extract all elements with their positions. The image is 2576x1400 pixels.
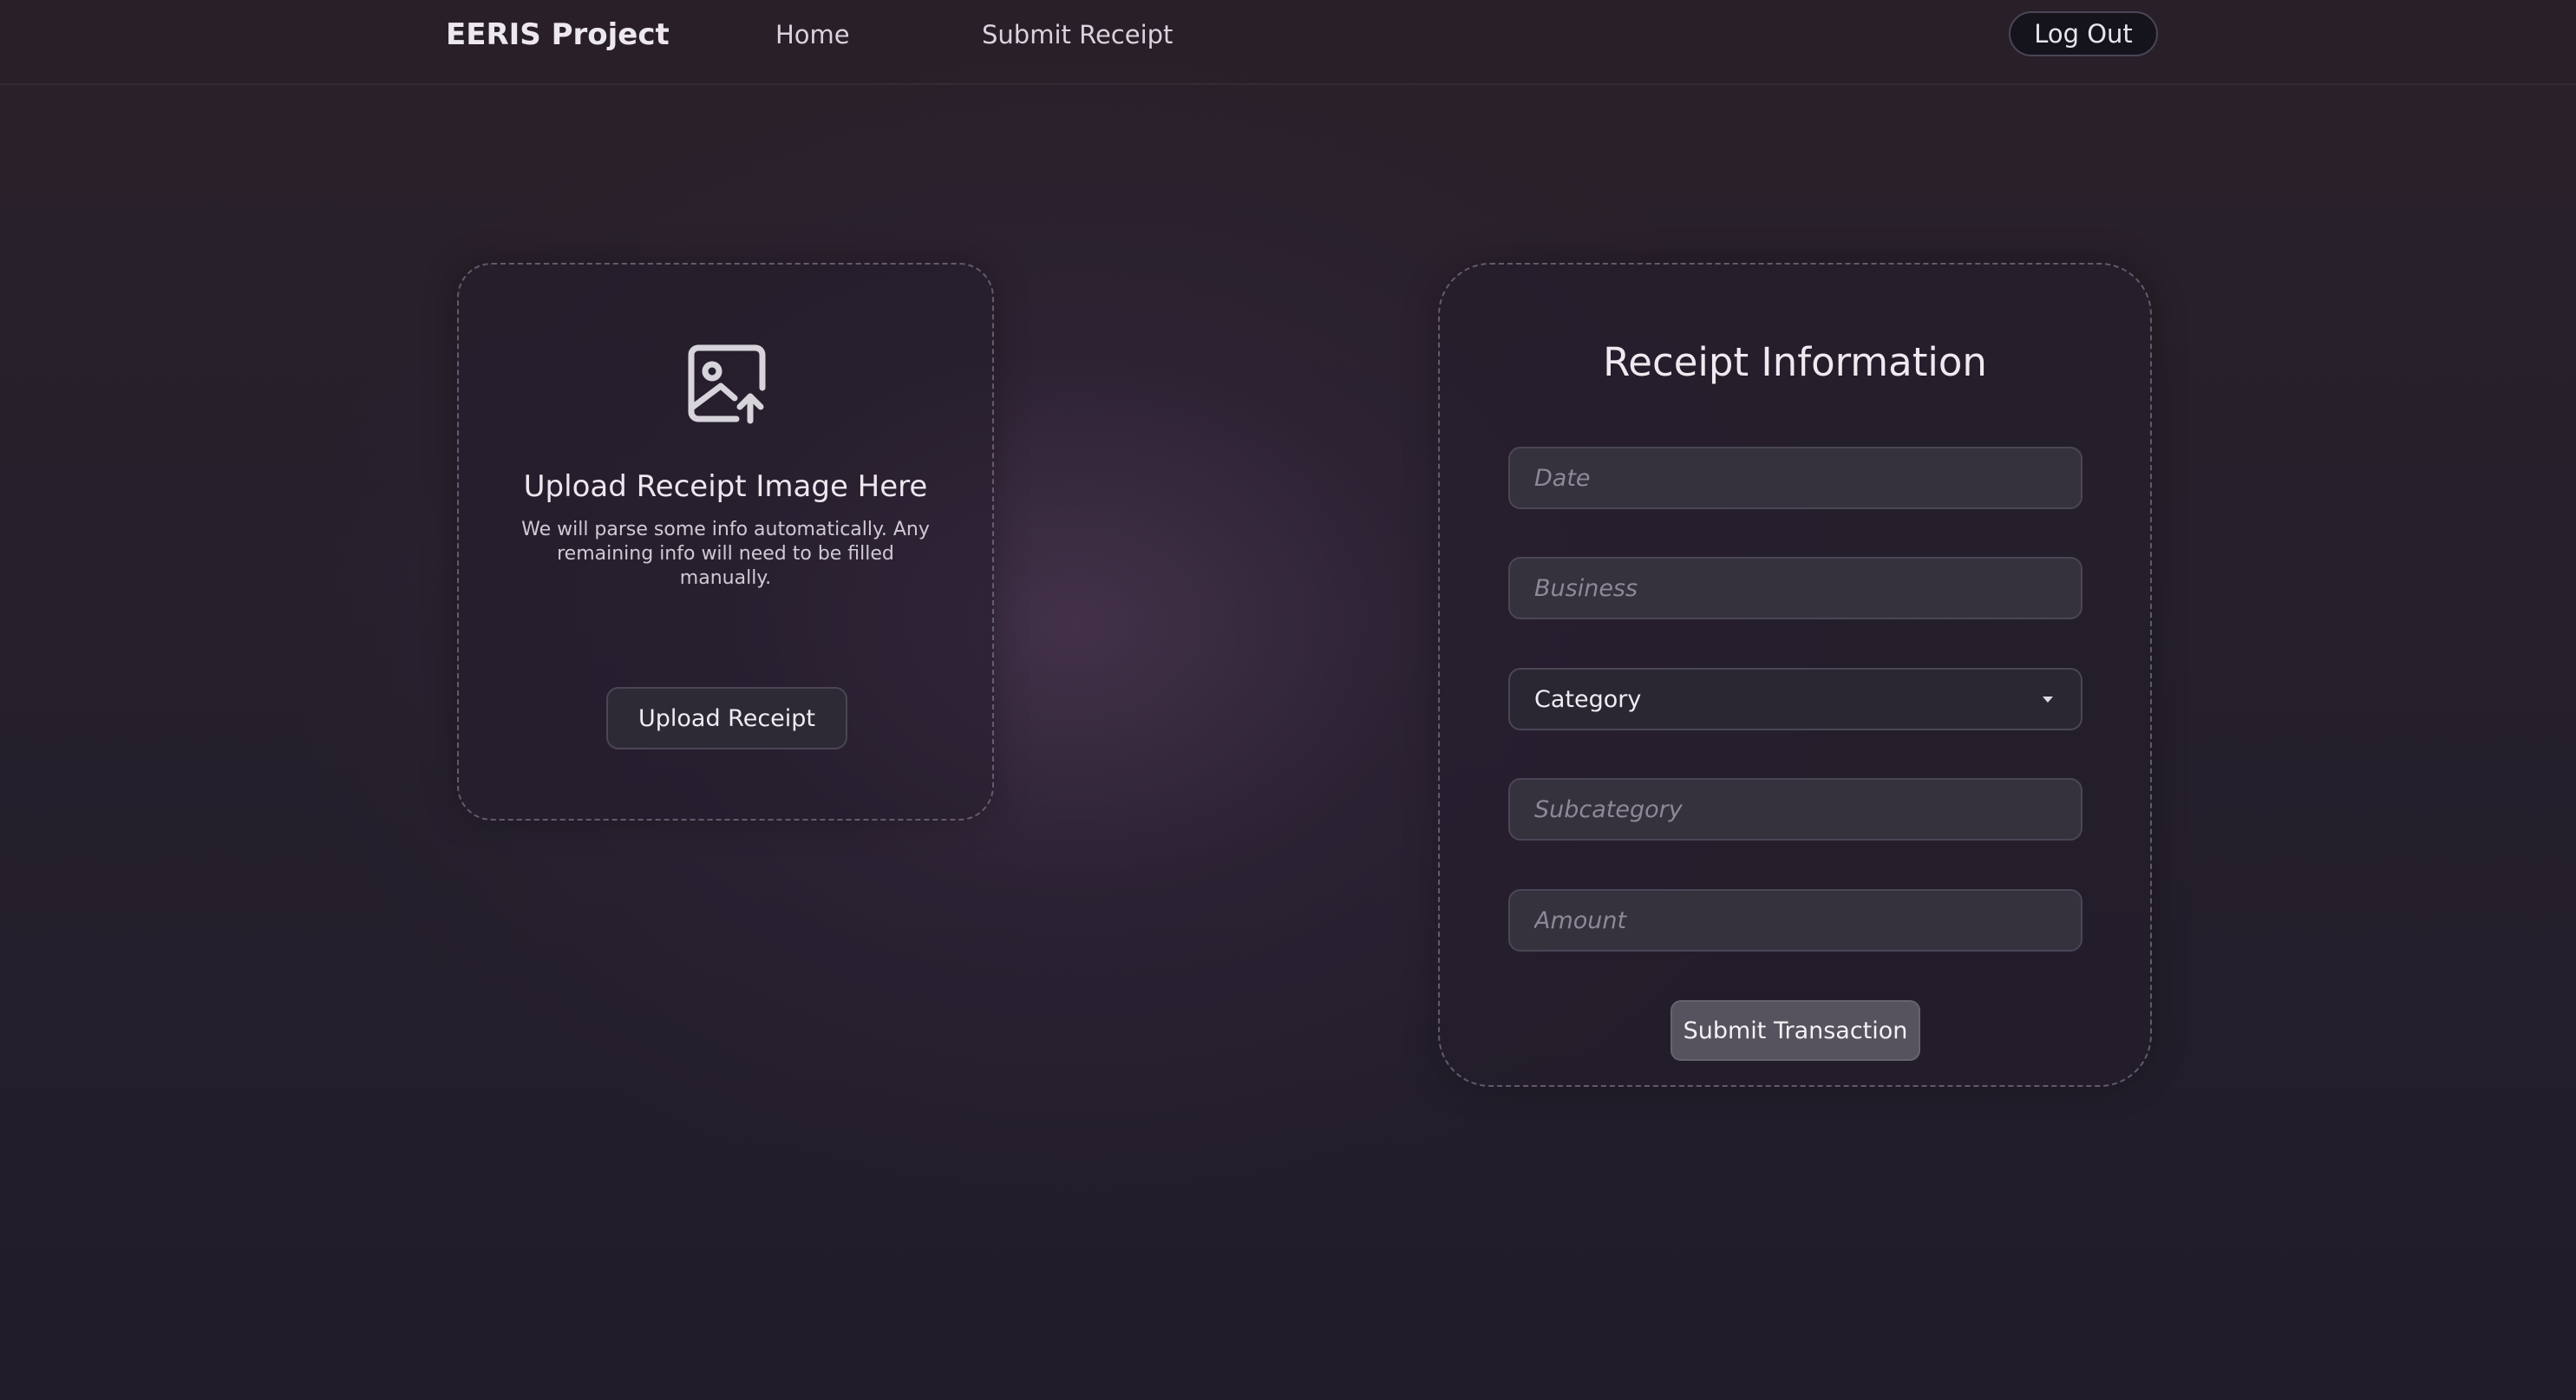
upload-description: We will parse some info automatically. A… — [521, 519, 930, 589]
logout-button[interactable]: Log Out — [2009, 11, 2158, 56]
receipt-information-title: Receipt Information — [1603, 339, 1987, 385]
upload-title: Upload Receipt Image Here — [523, 469, 928, 504]
category-selected-value: Category — [1534, 685, 1642, 713]
image-upload-icon — [688, 344, 766, 424]
top-navbar: EERIS Project Home Submit Receipt Log Ou… — [0, 0, 2576, 85]
date-field[interactable] — [1508, 447, 2082, 509]
subcategory-field[interactable] — [1508, 778, 2082, 841]
submit-transaction-button[interactable]: Submit Transaction — [1670, 1000, 1920, 1061]
amount-field[interactable] — [1508, 889, 2082, 952]
business-field[interactable] — [1508, 557, 2082, 619]
chevron-down-icon — [2043, 696, 2053, 703]
brand-title[interactable]: EERIS Project — [446, 16, 670, 54]
category-select[interactable]: Category — [1508, 668, 2082, 730]
nav-link-home[interactable]: Home — [775, 17, 850, 52]
receipt-information-card: Receipt Information Category Submit Tran… — [1438, 263, 2152, 1087]
upload-receipt-button[interactable]: Upload Receipt — [606, 687, 847, 749]
upload-receipt-card[interactable]: Upload Receipt Image Here We will parse … — [457, 263, 994, 821]
nav-link-submit-receipt[interactable]: Submit Receipt — [982, 17, 1173, 52]
